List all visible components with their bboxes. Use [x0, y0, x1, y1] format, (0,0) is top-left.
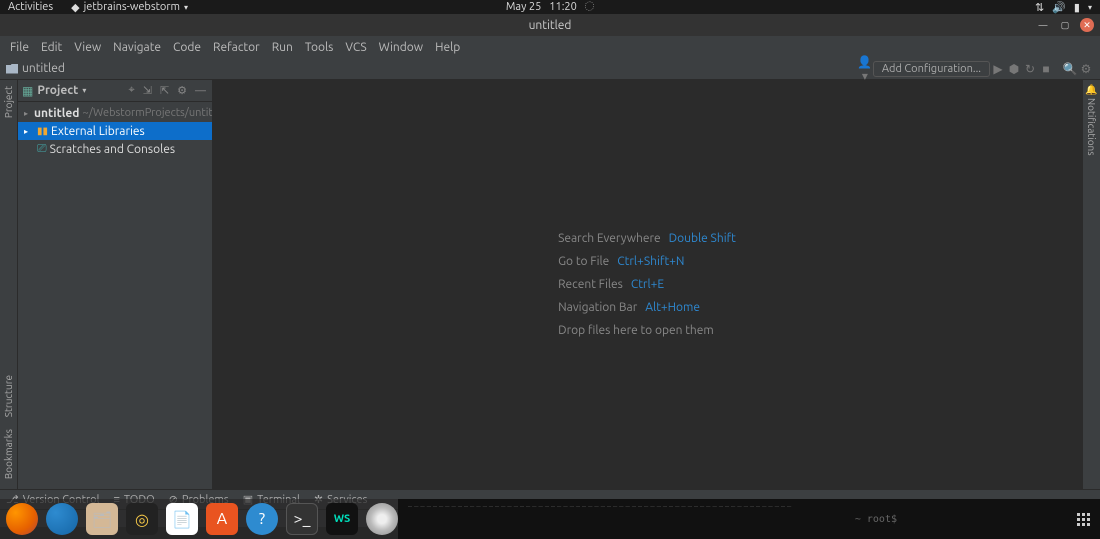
dock-help[interactable]: ?	[246, 503, 278, 535]
window-title: untitled	[529, 19, 572, 32]
breadcrumb-project: untitled	[22, 62, 65, 75]
bell-icon[interactable]: 🔔	[1085, 84, 1097, 96]
hint-label: Drop files here to open them	[558, 324, 714, 337]
chevron-down-icon[interactable]: ▾	[82, 86, 86, 95]
dock-firefox[interactable]	[6, 503, 38, 535]
tree-item-label: Scratches and Consoles	[50, 143, 176, 156]
tree-item-path: ~/WebstormProjects/untitled	[82, 107, 228, 119]
menu-navigate[interactable]: Navigate	[107, 41, 167, 54]
dock-writer[interactable]: 📄	[166, 503, 198, 535]
menu-help[interactable]: Help	[429, 41, 466, 54]
tool-notifications[interactable]: Notifications	[1086, 96, 1097, 158]
collapse-icon[interactable]: ⇱	[158, 84, 171, 97]
menu-tools[interactable]: Tools	[299, 41, 340, 54]
network-icon[interactable]: ⇅	[1035, 1, 1044, 14]
search-icon[interactable]: 🔍	[1062, 62, 1078, 76]
dock-terminal[interactable]: >_	[286, 503, 318, 535]
menu-edit[interactable]: Edit	[35, 41, 68, 54]
expand-icon[interactable]: ⇲	[141, 84, 154, 97]
app-name: jetbrains-webstorm	[84, 1, 180, 13]
hint-search-everywhere: Search Everywhere Double Shift	[558, 232, 736, 245]
hint-label: Search Everywhere	[558, 232, 661, 245]
stop-button[interactable]: ■	[1038, 62, 1054, 76]
expand-arrow-icon[interactable]: ▸	[24, 127, 34, 136]
hint-label: Recent Files	[558, 278, 623, 291]
menu-view[interactable]: View	[68, 41, 107, 54]
hint-shortcut: Ctrl+E	[631, 278, 664, 291]
hint-label: Navigation Bar	[558, 301, 637, 314]
add-configuration-button[interactable]: Add Configuration...	[873, 61, 990, 77]
minimize-button[interactable]: —	[1036, 18, 1050, 32]
tree-row-project-root[interactable]: ▸ untitled ~/WebstormProjects/untitled	[18, 104, 212, 122]
tree-item-label: External Libraries	[51, 125, 145, 138]
volume-icon[interactable]: 🔊	[1052, 1, 1066, 14]
project-view-icon: ▦	[22, 84, 33, 98]
menu-bar: File Edit View Navigate Code Refactor Ru…	[0, 36, 1100, 58]
hint-recent-files: Recent Files Ctrl+E	[558, 278, 736, 291]
menu-refactor[interactable]: Refactor	[207, 41, 266, 54]
debug-button[interactable]: ⬢	[1006, 62, 1022, 76]
expand-arrow-icon[interactable]: ▸	[24, 109, 28, 118]
show-applications-button[interactable]	[1077, 513, 1090, 526]
gear-icon[interactable]: ⚙	[175, 84, 189, 97]
hint-label: Go to File	[558, 255, 609, 268]
dock-software[interactable]: A	[206, 503, 238, 535]
menu-window[interactable]: Window	[373, 41, 429, 54]
date-label[interactable]: May 25	[506, 1, 541, 13]
webstorm-icon: ◆	[71, 1, 79, 14]
notification-icon[interactable]: ◌	[585, 1, 594, 13]
dock-thunderbird[interactable]	[46, 503, 78, 535]
dock-files[interactable]: 🗂	[86, 503, 118, 535]
tool-structure[interactable]: Structure	[3, 373, 14, 419]
dock-webstorm[interactable]: WS	[326, 503, 358, 535]
breadcrumb[interactable]: untitled	[6, 62, 65, 75]
close-button[interactable]: ✕	[1080, 18, 1094, 32]
maximize-button[interactable]: ▢	[1058, 18, 1072, 32]
hint-shortcut: Ctrl+Shift+N	[617, 255, 684, 268]
chevron-down-icon: ▾	[184, 3, 188, 12]
chevron-down-icon[interactable]: ▾	[1088, 3, 1092, 12]
scratch-icon: ⎚	[37, 142, 47, 156]
waveform-decoration: ┈┈┈┈┈┈┈┈┈┈┈┈┈┈┈┈┈┈┈┈┈┈┈┈┈┈┈┈┈┈┈┈┈┈┈┈┈┈┈┈…	[408, 503, 1000, 511]
hide-icon[interactable]: —	[193, 85, 208, 97]
dock-disc[interactable]	[366, 503, 398, 535]
user-icon[interactable]: 👤▾	[857, 55, 873, 83]
run-button[interactable]: ▶	[990, 62, 1006, 76]
coverage-button[interactable]: ↻	[1022, 62, 1038, 76]
menu-vcs[interactable]: VCS	[339, 41, 372, 54]
terminal-prompt: ~ root$	[855, 514, 897, 525]
app-menu[interactable]: ◆ jetbrains-webstorm ▾	[71, 1, 188, 14]
menu-code[interactable]: Code	[167, 41, 207, 54]
library-icon: ▮▮	[37, 125, 48, 137]
tree-item-label: untitled	[34, 107, 79, 120]
menu-run[interactable]: Run	[266, 41, 299, 54]
dock-rhythmbox[interactable]: ◎	[126, 503, 158, 535]
battery-icon[interactable]: ▮	[1074, 1, 1080, 14]
settings-icon[interactable]: ⚙	[1078, 62, 1094, 76]
tree-row-scratches[interactable]: ⎚ Scratches and Consoles	[18, 140, 212, 158]
menu-file[interactable]: File	[4, 41, 35, 54]
time-label[interactable]: 11:20	[549, 1, 577, 13]
editor-area[interactable]: Search Everywhere Double Shift Go to Fil…	[212, 80, 1082, 489]
folder-icon	[6, 64, 18, 74]
hint-drop-files: Drop files here to open them	[558, 324, 736, 337]
hint-navigation-bar: Navigation Bar Alt+Home	[558, 301, 736, 314]
hint-goto-file: Go to File Ctrl+Shift+N	[558, 255, 736, 268]
hint-shortcut: Double Shift	[669, 232, 736, 245]
locate-icon[interactable]: ⌖	[127, 84, 137, 97]
tool-bookmarks[interactable]: Bookmarks	[3, 427, 14, 481]
tool-project[interactable]: Project	[3, 84, 14, 120]
project-panel-title[interactable]: Project	[37, 84, 78, 97]
project-panel: ▦ Project ▾ ⌖ ⇲ ⇱ ⚙ — ▸ untitled ~/Webst…	[18, 80, 212, 489]
tree-row-external-libraries[interactable]: ▸ ▮▮ External Libraries	[18, 122, 212, 140]
activities-button[interactable]: Activities	[8, 1, 53, 13]
hint-shortcut: Alt+Home	[645, 301, 700, 314]
